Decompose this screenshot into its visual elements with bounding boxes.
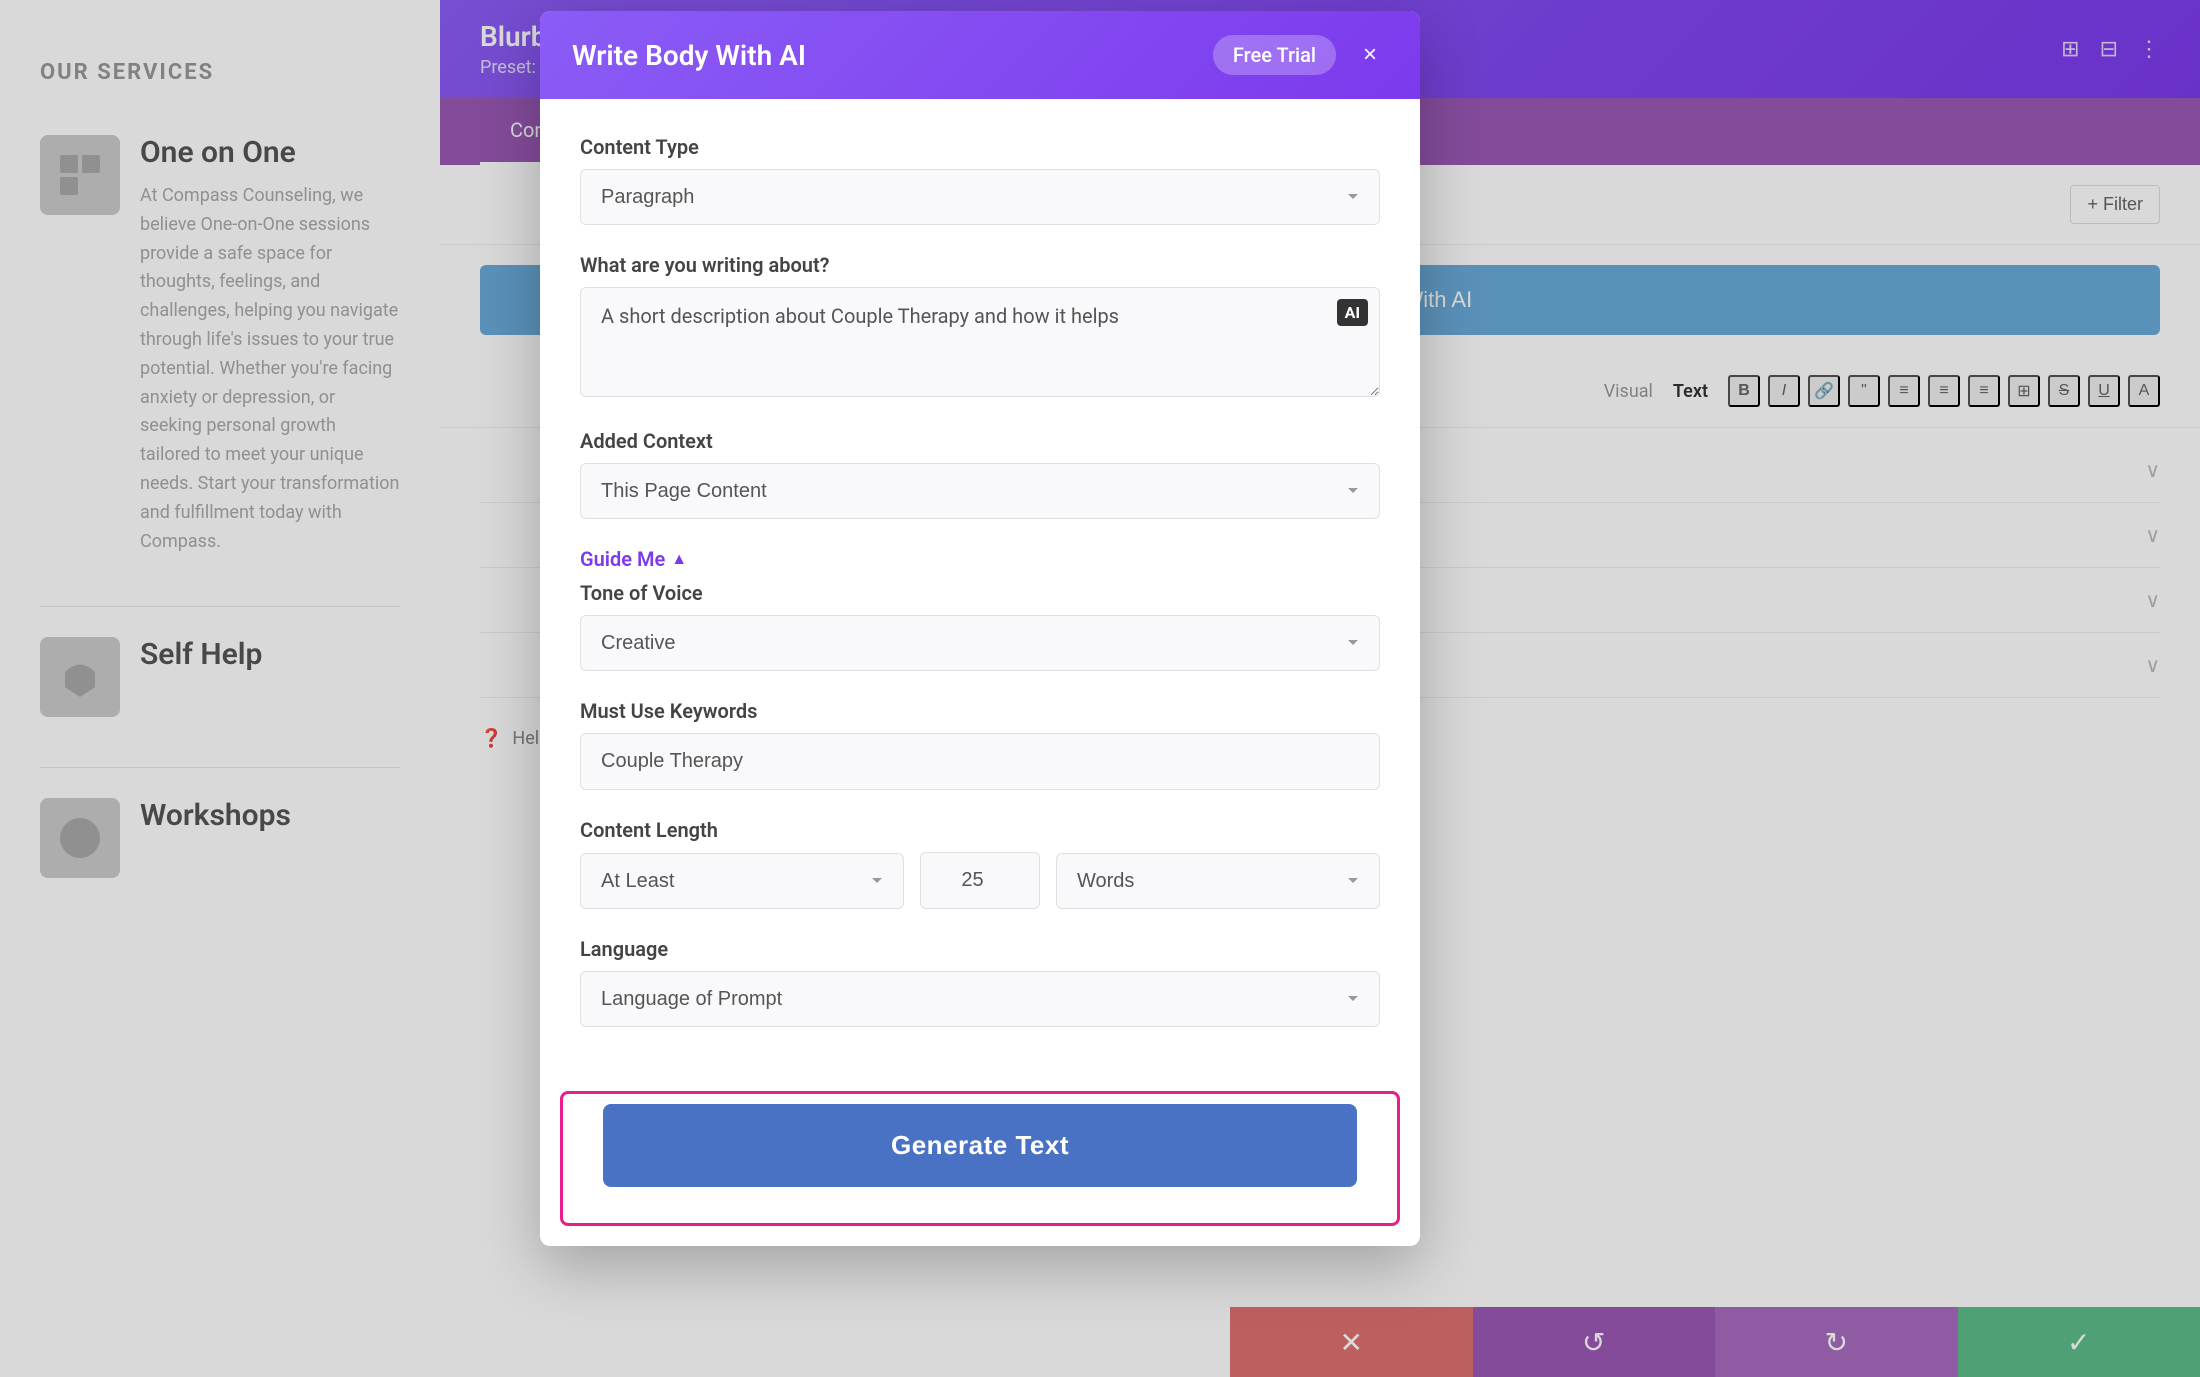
tone-of-voice-group: Tone of Voice Creative Professional Casu… [580,581,1380,671]
length-unit-select[interactable]: Words Sentences Paragraphs [1056,853,1380,909]
keywords-label: Must Use Keywords [580,699,1380,723]
content-type-select[interactable]: Paragraph List Heading [580,169,1380,225]
textarea-wrapper: A short description about Couple Therapy… [580,287,1380,401]
generate-button-wrapper: Generate Text [560,1091,1400,1226]
language-select[interactable]: Language of Prompt English Spanish Frenc… [580,971,1380,1027]
write-body-modal: Write Body With AI Free Trial × Content … [540,11,1420,1246]
tone-of-voice-select[interactable]: Creative Professional Casual Formal [580,615,1380,671]
writing-about-textarea[interactable]: A short description about Couple Therapy… [580,287,1380,397]
keywords-input[interactable] [580,733,1380,790]
added-context-select[interactable]: This Page Content None [580,463,1380,519]
added-context-label: Added Context [580,429,1380,453]
guide-me-label: Guide Me [580,547,665,571]
ai-badge: AI [1337,299,1368,326]
modal-header-actions: Free Trial × [1213,35,1388,75]
free-trial-badge: Free Trial [1213,35,1336,75]
generate-text-button[interactable]: Generate Text [603,1104,1357,1187]
content-type-group: Content Type Paragraph List Heading [580,135,1380,225]
length-number-input[interactable] [920,852,1040,909]
content-length-label: Content Length [580,818,1380,842]
guide-me-arrow-icon: ▲ [671,549,687,569]
guide-me-link[interactable]: Guide Me ▲ [580,547,687,571]
keywords-group: Must Use Keywords [580,699,1380,790]
added-context-group: Added Context This Page Content None [580,429,1380,519]
modal-header: Write Body With AI Free Trial × [540,11,1420,99]
writing-about-group: What are you writing about? A short desc… [580,253,1380,401]
language-label: Language [580,937,1380,961]
modal-overlay: Write Body With AI Free Trial × Content … [0,0,2200,1377]
modal-title: Write Body With AI [572,39,806,72]
content-type-label: Content Type [580,135,1380,159]
length-qualifier-select[interactable]: At Least At Most Exactly [580,853,904,909]
modal-body: Content Type Paragraph List Heading What… [540,99,1420,1091]
writing-about-label: What are you writing about? [580,253,1380,277]
tone-of-voice-label: Tone of Voice [580,581,1380,605]
language-group: Language Language of Prompt English Span… [580,937,1380,1027]
modal-close-button[interactable]: × [1352,37,1388,73]
content-length-row: At Least At Most Exactly Words Sentences… [580,852,1380,909]
content-length-group: Content Length At Least At Most Exactly … [580,818,1380,909]
